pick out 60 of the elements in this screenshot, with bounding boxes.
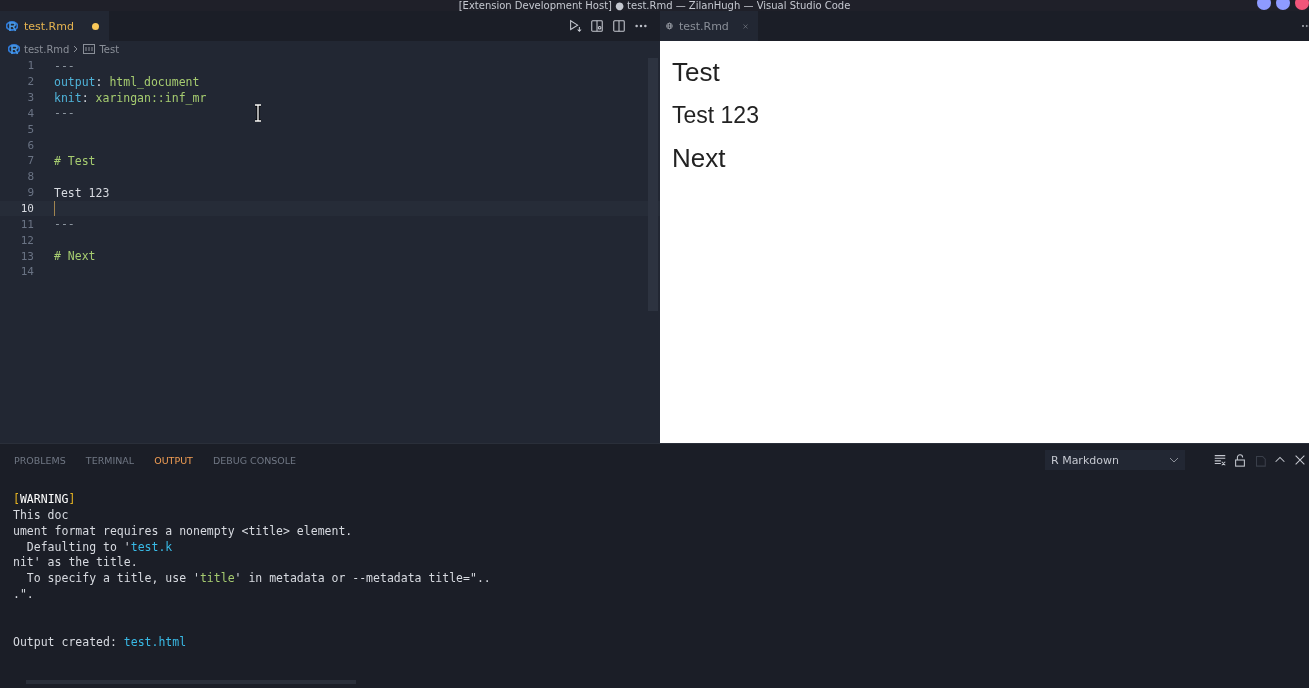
line-number: 9	[26, 186, 34, 200]
output-line: Output created: test.html	[13, 634, 188, 651]
r-file-icon	[8, 43, 20, 55]
code-line: ---	[54, 58, 75, 73]
breadcrumb-item[interactable]: test.Rmd	[24, 43, 70, 55]
channel-dropdown[interactable]: R Markdown	[1045, 450, 1185, 470]
window-control[interactable]	[1257, 0, 1271, 10]
line-number: 1	[26, 59, 34, 73]
code-line: # Test	[54, 154, 96, 168]
line-number: 14	[19, 265, 34, 279]
output-line: Defaulting to 'test.k	[25, 539, 174, 556]
chevron-down-icon	[1169, 457, 1179, 463]
preview-paragraph: Test 123	[672, 102, 760, 129]
run-icon[interactable]	[568, 19, 582, 33]
preview-tab[interactable]: test.Rmd	[660, 11, 758, 41]
panel-tab[interactable]: OUTPUT	[154, 454, 193, 466]
line-number: 5	[26, 122, 34, 136]
code-line: Test 123	[54, 185, 110, 200]
output-line: nit' as the title.	[13, 555, 139, 572]
lock-icon[interactable]	[1233, 453, 1247, 467]
panel-tab[interactable]: PROBLEMS	[14, 454, 66, 466]
window-control[interactable]	[1276, 0, 1290, 10]
symbol-icon	[83, 44, 96, 54]
line-number: 6	[26, 138, 34, 152]
panel-tab[interactable]: DEBUG CONSOLE	[212, 454, 297, 466]
output-line: This doc	[13, 507, 70, 524]
line-number: 2	[26, 75, 34, 89]
line-number: 13	[19, 249, 34, 263]
line-number: 10	[19, 202, 34, 215]
line-number: 12	[19, 233, 34, 247]
output-line: ument format requires a nonempty <title> element.	[13, 523, 354, 540]
code-line: knit: xaringan::inf_mr	[54, 90, 207, 105]
open-preview-icon[interactable]	[590, 19, 604, 33]
line-number: 11	[19, 217, 34, 231]
line-number: 7	[26, 154, 34, 168]
breadcrumb-item[interactable]: Test	[99, 43, 120, 55]
close-button[interactable]	[1295, 0, 1309, 10]
text-cursor-icon	[254, 104, 262, 122]
output-line: [WARNING]	[13, 492, 77, 508]
code-line: ---	[54, 106, 75, 121]
code-line: ---	[54, 217, 75, 232]
line-number: 4	[26, 106, 34, 120]
line-number: 8	[26, 170, 34, 184]
preview-heading: Next	[672, 143, 727, 174]
close-icon[interactable]	[1293, 453, 1307, 467]
output-line: .".	[13, 587, 35, 603]
code-line: # Next	[54, 249, 96, 264]
window-title: [Extension Development Host] ● test.Rmd — ZilanHugh — Visual Studio Code	[458, 0, 851, 11]
globe-icon	[666, 20, 673, 32]
code-line: output: html_document	[54, 74, 200, 89]
line-number: 3	[26, 91, 34, 105]
split-editor-icon[interactable]	[612, 19, 626, 33]
preview-heading: Test	[672, 57, 721, 88]
clear-output-icon[interactable]	[1213, 453, 1227, 467]
panel-tab[interactable]: TERMINAL	[85, 454, 135, 466]
output-line: To specify a title, use 'title' in metadata or --metadata title="..	[25, 571, 492, 588]
editor-tab[interactable]: test.Rmd	[0, 11, 109, 41]
r-file-icon	[6, 20, 18, 32]
text-cursor	[54, 201, 55, 216]
chevron-icon	[73, 45, 80, 53]
